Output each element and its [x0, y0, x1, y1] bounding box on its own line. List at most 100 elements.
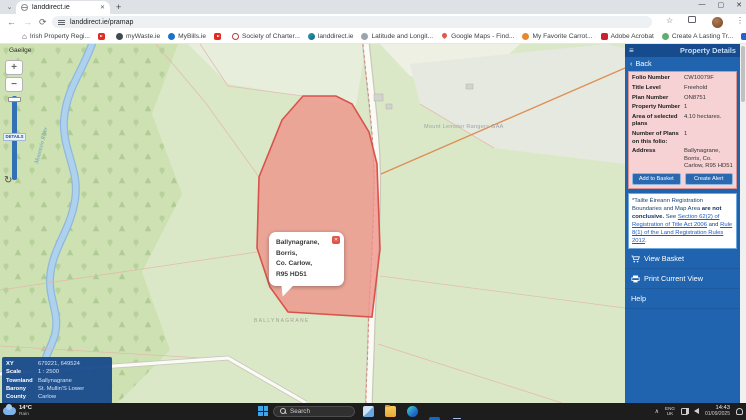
map-info-box: XY679221, 649524 Scale1 : 2500 TownlandB…	[2, 357, 112, 404]
field-title-level: Title LevelFreehold	[632, 85, 733, 92]
info-row-xy: XY679221, 649524	[6, 360, 108, 368]
weather-desc: Rain	[19, 412, 32, 418]
zoom-in-button[interactable]: +	[5, 60, 23, 75]
tray-overflow-chevron[interactable]: ∧	[655, 408, 659, 415]
bookmark-latlong[interactable]: Latitude and Longit...	[361, 33, 433, 40]
add-to-basket-button[interactable]: Add to Basket	[632, 173, 681, 185]
help-item[interactable]: Help	[625, 289, 740, 309]
bookmark-landdirect[interactable]: landdirect.ie	[308, 33, 354, 40]
crest-icon	[232, 33, 239, 40]
search-icon	[280, 408, 286, 414]
forward-button[interactable]: →	[23, 17, 32, 27]
printer-icon	[631, 275, 640, 283]
task-view-icon[interactable]	[363, 406, 374, 417]
side-panel-icon[interactable]	[688, 16, 696, 25]
popup-address-line: R95 HD51	[276, 270, 337, 281]
field-plan-number: Plan NumberON8751	[632, 95, 733, 102]
bookmark-acrobat[interactable]: Adobe Acrobat	[601, 33, 654, 40]
clock-date: 01/09/2025	[705, 411, 730, 417]
leaf-icon	[662, 33, 669, 40]
zoom-out-button[interactable]: −	[5, 77, 23, 92]
bookmark-irish-property[interactable]: ⌂Irish Property Regi...	[22, 33, 90, 40]
browser-menu-icon[interactable]: ⋮	[736, 16, 744, 25]
start-button[interactable]	[258, 406, 268, 416]
browser-tab[interactable]: landdirect.ie ✕	[16, 1, 110, 14]
window-minimize-button[interactable]: —	[699, 1, 706, 9]
carrot-icon	[522, 33, 529, 40]
profile-avatar[interactable]	[712, 17, 723, 28]
field-folio-number: Folio NumberCW10079F	[632, 75, 733, 82]
language-link[interactable]: Gaeilge	[9, 47, 31, 54]
qr-icon	[741, 33, 746, 40]
bookmark-mybills[interactable]: MyBills.ie	[168, 33, 206, 40]
popup-address-line: Borris,	[276, 249, 337, 260]
scrollbar-thumb[interactable]	[741, 46, 745, 102]
window-close-button[interactable]: ✕	[736, 1, 742, 9]
bookmarks-bar: ⌂Irish Property Regi... myWaste.ie MyBil…	[0, 30, 746, 44]
field-plans-on-folio: Number of Plans on this folio:1	[632, 131, 733, 146]
youtube-icon	[98, 33, 105, 40]
woodland-trees	[0, 44, 182, 403]
zoom-slider-details-label: DETAILS	[3, 133, 26, 141]
popup-address-line: Co. Carlow,	[276, 259, 337, 270]
taskbar-search[interactable]: Search	[273, 406, 355, 418]
new-tab-button[interactable]: +	[116, 2, 121, 12]
map-popup: ✕ Ballynagrane, Borris, Co. Carlow, R95 …	[269, 232, 344, 286]
bookmark-qrcode[interactable]: QR Code Generato...	[741, 33, 746, 40]
bookmark-lasting[interactable]: Create A Lasting Tr...	[662, 33, 733, 40]
info-row-barony: BaronySt. Mullin'S Lower	[6, 385, 108, 393]
bookmark-mywaste[interactable]: myWaste.ie	[116, 33, 160, 40]
map-pin-icon	[441, 33, 448, 40]
acrobat-icon	[601, 33, 608, 40]
panel-menu-icon[interactable]: ≡	[629, 46, 634, 55]
folio-summary-box: Folio NumberCW10079F Title LevelFreehold…	[628, 71, 737, 189]
reload-button[interactable]: ⟳	[39, 17, 47, 27]
map-canvas[interactable]: Mountain River Mount Leinster Rangers GA…	[0, 44, 625, 403]
home-icon: ⌂	[22, 33, 27, 40]
refresh-map-icon[interactable]: ↻	[4, 175, 12, 186]
create-alert-button[interactable]: Create Alert	[685, 173, 734, 185]
language-indicator[interactable]: ENG UK	[665, 406, 675, 416]
bookmark-google-maps[interactable]: Google Maps - Find...	[441, 33, 514, 40]
search-label: Search	[290, 408, 310, 415]
panel-title: Property Details	[680, 46, 736, 55]
bookmark-youtube-2[interactable]	[214, 33, 224, 40]
bookmark-society[interactable]: Society of Charter...	[232, 33, 300, 40]
edge-icon[interactable]	[407, 406, 418, 417]
bookmark-carrot[interactable]: My Favorite Carrot...	[522, 33, 592, 40]
weather-temp: 14°C	[19, 405, 32, 412]
field-property-number: Property Number1	[632, 104, 733, 111]
tab-strip: ⌄ landdirect.ie ✕ + — ▢ ✕	[0, 0, 746, 14]
bookmark-youtube-1[interactable]	[98, 33, 108, 40]
taskbar-weather-widget[interactable]: 14°C Rain	[3, 405, 32, 417]
tab-close-icon[interactable]: ✕	[100, 4, 105, 11]
weather-cloud-icon	[3, 407, 16, 415]
zoom-slider-handle[interactable]	[8, 97, 21, 102]
volume-icon[interactable]	[694, 408, 699, 414]
view-basket-item[interactable]: View Basket	[625, 249, 740, 269]
active-app-indicator	[453, 418, 461, 420]
back-chevron-icon: ‹	[630, 59, 632, 68]
window-maximize-button[interactable]: ▢	[718, 1, 725, 9]
tab-search-icon[interactable]: ⌄	[4, 3, 15, 12]
taskbar-clock[interactable]: 14:43 01/09/2025	[705, 405, 730, 418]
popup-address-line: Ballynagrane,	[276, 238, 337, 249]
back-link[interactable]: ‹ Back	[625, 57, 740, 70]
file-explorer-icon[interactable]	[385, 406, 396, 417]
bookmark-star-icon[interactable]: ☆	[666, 16, 673, 25]
site-icon	[168, 33, 175, 40]
basket-icon	[631, 255, 640, 263]
latlong-icon	[361, 33, 368, 40]
property-details-panel: ≡ Property Details ‹ Back Folio NumberCW…	[625, 44, 740, 403]
popup-close-icon[interactable]: ✕	[332, 236, 340, 244]
print-current-view-item[interactable]: Print Current View	[625, 269, 740, 289]
boundaries-disclaimer: *Tailte Éireann Registration Boundaries …	[628, 193, 737, 249]
address-bar[interactable]: landdirect.ie/pramap	[52, 16, 652, 28]
youtube-icon	[214, 33, 221, 40]
notification-bell-icon[interactable]	[736, 408, 743, 415]
info-row-scale: Scale1 : 2500	[6, 368, 108, 376]
tab-title: landdirect.ie	[32, 4, 96, 11]
site-info-icon[interactable]	[58, 19, 65, 26]
back-button[interactable]: ←	[7, 17, 16, 27]
url-text: landdirect.ie/pramap	[70, 19, 133, 26]
